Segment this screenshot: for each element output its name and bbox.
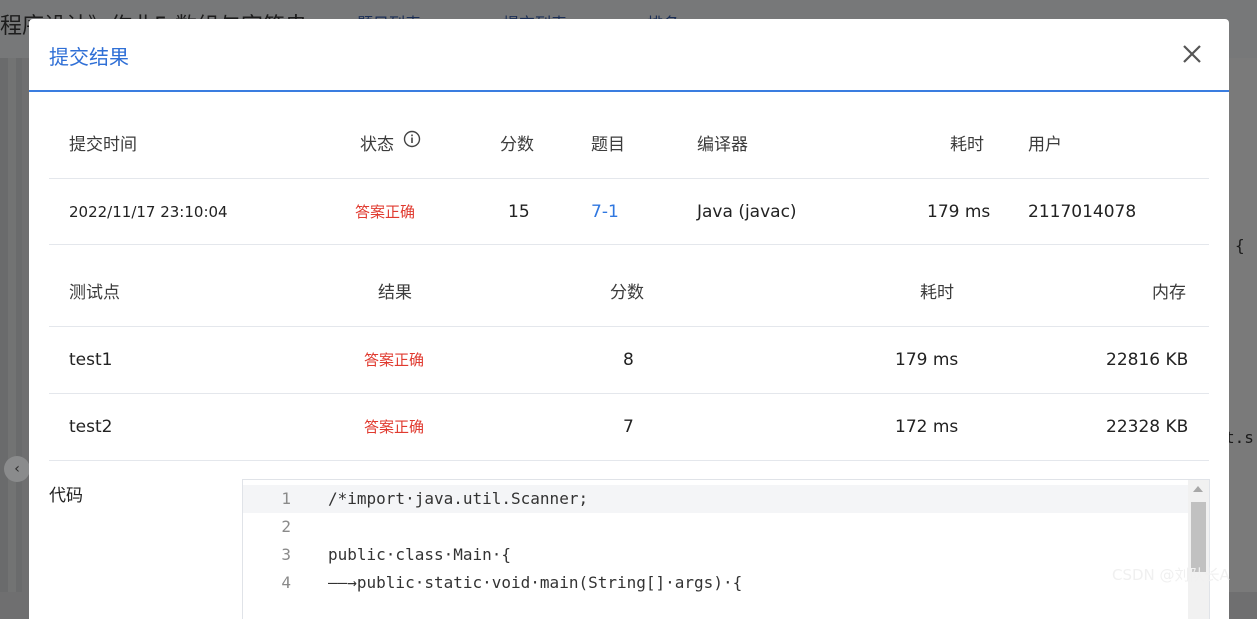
close-button[interactable] (1179, 41, 1205, 67)
testcase-score: 7 (623, 417, 634, 437)
code-line: 4 ——→public·static·void·main(String[]·ar… (243, 569, 1188, 597)
scrollbar-thumb[interactable] (1191, 502, 1206, 572)
watermark: CSDN @刘队长A (1112, 566, 1230, 584)
chevron-left-icon: ‹ (14, 461, 20, 477)
header-problem: 题目 (591, 135, 625, 155)
dialog-header: 提交结果 (29, 19, 1229, 92)
code-text: public·class·Main·{ (328, 545, 512, 564)
line-number: 4 (281, 573, 291, 592)
header-testcase: 测试点 (69, 283, 120, 303)
background-code-fragment: t.s (1229, 428, 1254, 447)
close-icon (1183, 45, 1201, 63)
testcase-table: 测试点 结果 分数 耗时 内存 test1 答案正确 8 179 ms 2281… (49, 260, 1209, 461)
header-compiler: 编译器 (697, 135, 748, 155)
code-text: /*import·java.util.Scanner; (328, 489, 589, 508)
header-status: 状态 (360, 112, 421, 178)
header-time: 提交时间 (69, 135, 137, 155)
testcase-memory: 22816 KB (1106, 350, 1189, 370)
header-elapsed: 耗时 (950, 135, 984, 155)
background-left-panel (0, 58, 22, 592)
background-code-panel: { t.s (1229, 58, 1257, 592)
user-value: 2117014078 (1028, 202, 1137, 222)
code-line: 2 (243, 513, 1188, 541)
testcase-elapsed: 172 ms (895, 417, 959, 437)
table-divider (49, 244, 1209, 245)
table-row: test1 答案正确 8 179 ms 22816 KB (49, 327, 1209, 394)
testcase-name: test1 (69, 350, 113, 370)
table-header-row: 提交时间 状态 分数 题目 编译器 耗时 用户 (49, 112, 1209, 179)
status-badge: 答案正确 (355, 203, 416, 221)
compiler-value: Java (javac) (697, 202, 797, 222)
code-line: 1 /*import·java.util.Scanner; (243, 485, 1188, 513)
collapse-sidebar-button[interactable]: ‹ (4, 456, 30, 482)
total-score: 15 (508, 202, 530, 222)
submission-result-dialog: 提交结果 提交时间 状态 分数 题目 编译器 耗时 用户 2022/11/17 … (29, 19, 1229, 619)
testcase-result: 答案正确 (364, 418, 425, 436)
header-status-label: 状态 (360, 135, 394, 155)
header-user: 用户 (1028, 135, 1062, 155)
submit-time: 2022/11/17 23:10:04 (69, 203, 228, 221)
header-elapsed: 耗时 (920, 283, 954, 303)
line-number: 3 (281, 545, 291, 564)
testcase-result: 答案正确 (364, 351, 425, 369)
scroll-up-arrow-icon[interactable] (1193, 486, 1203, 492)
header-score: 分数 (610, 283, 644, 303)
info-icon[interactable] (403, 110, 421, 176)
submission-summary-table: 提交时间 状态 分数 题目 编译器 耗时 用户 2022/11/17 23:10… (49, 112, 1209, 245)
table-row: 2022/11/17 23:10:04 答案正确 15 7-1 Java (ja… (49, 179, 1209, 245)
table-row: test2 答案正确 7 172 ms 22328 KB (49, 394, 1209, 461)
code-viewer[interactable]: 1 /*import·java.util.Scanner; 2 3 public… (242, 479, 1210, 619)
line-number: 2 (281, 517, 291, 536)
code-line: 3 public·class·Main·{ (243, 541, 1188, 569)
background-code-fragment: { (1235, 236, 1245, 255)
table-header-row: 测试点 结果 分数 耗时 内存 (49, 260, 1209, 327)
header-memory: 内存 (1152, 283, 1186, 303)
code-text: ——→public·static·void·main(String[]·args… (328, 573, 743, 592)
testcase-name: test2 (69, 417, 113, 437)
testcase-memory: 22328 KB (1106, 417, 1189, 437)
problem-link[interactable]: 7-1 (591, 179, 619, 245)
code-scrollbar[interactable] (1188, 480, 1209, 619)
line-number: 1 (281, 489, 291, 508)
elapsed-value: 179 ms (927, 202, 991, 222)
header-result: 结果 (378, 283, 412, 303)
testcase-elapsed: 179 ms (895, 350, 959, 370)
dialog-title: 提交结果 (49, 45, 129, 69)
code-label: 代码 (49, 486, 83, 506)
testcase-score: 8 (623, 350, 634, 370)
header-score: 分数 (500, 135, 534, 155)
